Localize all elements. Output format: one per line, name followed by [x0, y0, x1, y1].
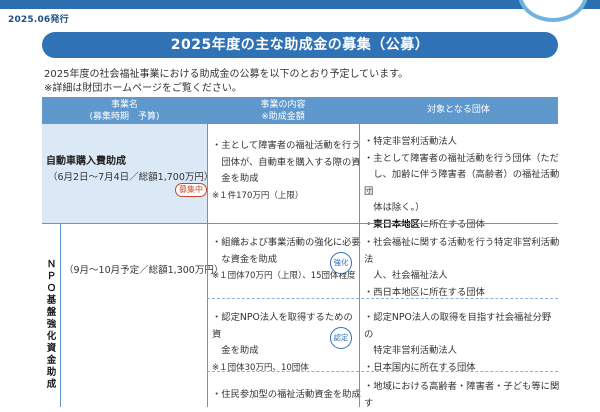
- recruiting-badge: 募集中: [175, 183, 207, 197]
- target-line: 人、社会福祉法人: [364, 270, 448, 282]
- section-title: 2025年度の主な助成金の募集（公募）: [42, 32, 558, 58]
- npo-sub3-targets: ・地域における高齢者・障害者・子ども等に関す: [364, 379, 560, 412]
- npo-sidebar-divider: [60, 223, 61, 407]
- target-region-bold: ・東日本地区: [364, 218, 420, 230]
- npo-sub3-content: ・住民参加型の福祉活動資金を助成: [212, 387, 362, 404]
- header-content: 事業の内容 ※助成金額: [207, 97, 359, 124]
- target-line: ・特定非営利活動法人: [364, 136, 457, 147]
- content-line: 金を助成: [212, 173, 259, 185]
- certification-badge: 認定: [330, 327, 352, 349]
- content-line: ・住民参加型の福祉活動資金を助成: [212, 389, 361, 400]
- content-line: ・主として障害者の福祉活動を行う: [212, 140, 361, 151]
- target-line: ・地域における高齢者・障害者・子ども等に関す: [364, 381, 560, 409]
- target-line: 特定非営利活動法人: [364, 345, 457, 357]
- intro-line-1: 2025年度の社会福祉事業における助成金の公募を以下のとおり予定しています。: [44, 69, 409, 80]
- strengthen-badge: 強化: [330, 252, 352, 274]
- row-divider-dashed: [207, 298, 558, 299]
- header-program-period: (募集時期 予算): [89, 112, 160, 122]
- top-banner: [0, 0, 600, 9]
- header-content-amount: ※助成金額: [261, 112, 305, 122]
- content-amount: ※１件170万円（上限）: [212, 190, 304, 201]
- program-name: 自動車購入費助成: [46, 156, 126, 167]
- column-divider: [207, 124, 208, 407]
- npo-sidebar: ＮＰＯ基盤強化資金助成: [42, 223, 60, 407]
- content-line: 団体が、自動車を購入する際の資: [212, 156, 361, 168]
- target-line: し、加齢に伴う障害者（高齢者）の福祉活動団: [364, 169, 560, 197]
- npo-sub1-targets: ・社会福祉に関する活動を行う特定非営利活動法 人、社会福祉法人 ・西日本地区に所…: [364, 235, 560, 301]
- intro-text: 2025年度の社会福祉事業における助成金の公募を以下のとおり予定しています。 ※…: [44, 68, 408, 96]
- header-program: 事業名 (募集時期 予算): [42, 97, 207, 124]
- target-line: ・認定NPO法人の取得を目指す社会福祉分野の: [364, 312, 552, 340]
- header-target: 対象となる団体: [359, 97, 558, 124]
- target-region: ・東日本地区に所在する団体: [364, 217, 560, 234]
- row-divider-dashed: [207, 371, 558, 372]
- content-amount: ※１団体30万円、10団体: [212, 362, 309, 373]
- npo-sub2-targets: ・認定NPO法人の取得を目指す社会福祉分野の 特定非営利活動法人 ・日本国内に所…: [364, 310, 560, 376]
- header-program-name: 事業名: [110, 100, 138, 110]
- target-line: ・社会福祉に関する活動を行う特定非営利活動法: [364, 237, 560, 265]
- grant-table: 事業名 (募集時期 予算) 事業の内容 ※助成金額 対象となる団体 自動車購入費…: [42, 97, 560, 409]
- program-period: （6月2日〜7月4日／総額1,700万円）: [48, 172, 214, 183]
- intro-line-2: ※詳細は財団ホームページをご覧ください。: [44, 83, 242, 94]
- target-line: ・主として障害者の福祉活動を行う団体（ただ: [364, 152, 559, 164]
- target-line: 体は除く。）: [364, 202, 425, 214]
- npo-period: （9月〜10月予定／総額1,300万円）: [64, 265, 224, 276]
- program-targets: ・特定非営利活動法人 ・主として障害者の福祉活動を行う団体（ただ し、加齢に伴う…: [364, 134, 560, 234]
- column-divider: [359, 124, 360, 407]
- program-content: ・主として障害者の福祉活動を行う 団体が、自動車を購入する際の資 金を助成 ※１…: [212, 138, 362, 204]
- logo-ring: [518, 0, 588, 22]
- target-region-rest: に所在する団体: [419, 218, 485, 230]
- content-line: ・組織および事業活動の強化に必要: [212, 237, 361, 248]
- header-content-name: 事業の内容: [260, 100, 306, 110]
- target-line: ・日本国内に所在する団体: [364, 361, 476, 373]
- issue-date: 2025.06発行: [8, 15, 69, 25]
- npo-vertical-label: ＮＰＯ基盤強化資金助成: [46, 259, 57, 390]
- row-divider: [42, 223, 558, 224]
